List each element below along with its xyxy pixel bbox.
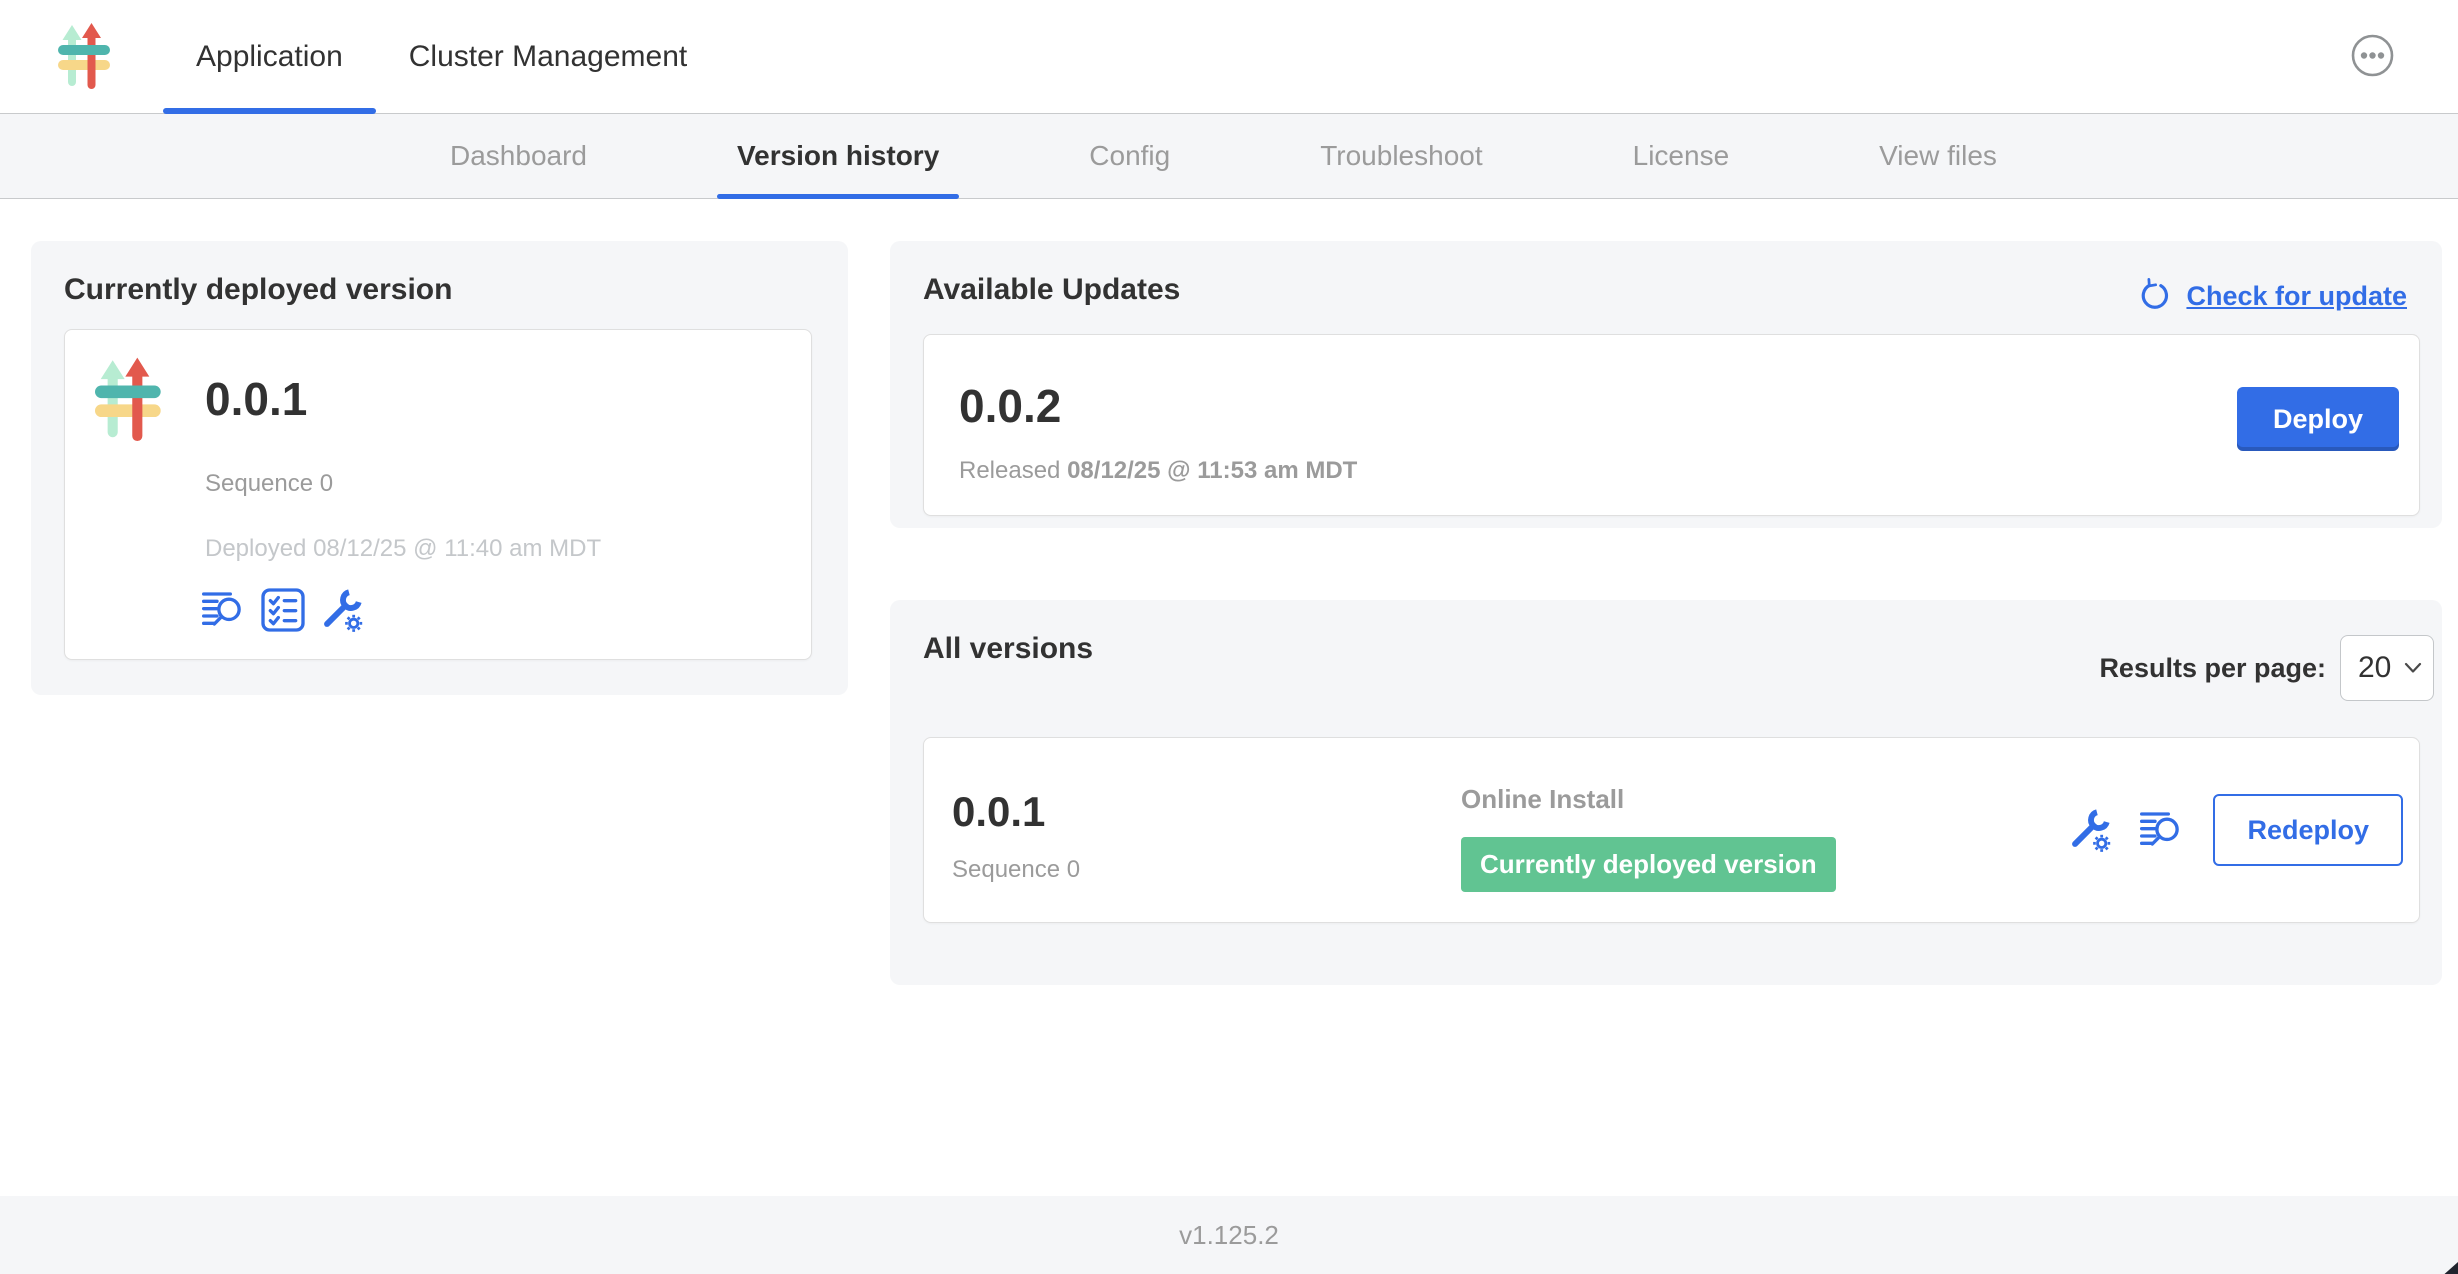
results-per-page-value: 20: [2358, 651, 2391, 685]
available-updates-panel: Available Updates Check for update 0.0.2…: [890, 241, 2442, 528]
top-nav-tabs: Application Cluster Management: [163, 0, 720, 113]
currently-deployed-panel: Currently deployed version 0.0.1 Sequenc…: [31, 241, 848, 695]
tab-version-history[interactable]: Version history: [717, 114, 959, 198]
status-badge: Currently deployed version: [1461, 837, 1836, 892]
tab-application-label: Application: [196, 40, 343, 74]
available-update-card: 0.0.2 Released 08/12/25 @ 11:53 am MDT D…: [923, 334, 2420, 516]
tab-cluster-management-label: Cluster Management: [409, 40, 687, 74]
currently-deployed-title: Currently deployed version: [64, 273, 452, 307]
tab-config[interactable]: Config: [1069, 114, 1190, 198]
results-per-page: Results per page: 20: [2099, 635, 2434, 701]
available-updates-title: Available Updates: [923, 273, 1180, 307]
view-logs-icon[interactable]: [201, 586, 249, 634]
footer: v1.125.2: [0, 1196, 2458, 1274]
row-version-number: 0.0.1: [952, 788, 1045, 836]
all-versions-title: All versions: [923, 632, 1093, 666]
app-sub-nav: Dashboard Version history Config Trouble…: [0, 114, 2458, 199]
edit-config-icon[interactable]: [317, 586, 365, 634]
version-row: 0.0.1 Sequence 0 Online Install Currentl…: [923, 737, 2420, 923]
top-nav: Application Cluster Management: [0, 0, 2458, 114]
refresh-icon[interactable]: [2136, 277, 2174, 315]
view-logs-icon[interactable]: [2139, 806, 2187, 854]
check-for-update-label: Check for update: [2186, 281, 2407, 312]
console-version: v1.125.2: [1179, 1220, 1279, 1251]
deployed-version-actions: [201, 586, 365, 634]
deployed-version-card: 0.0.1 Sequence 0 Deployed 08/12/25 @ 11:…: [64, 329, 812, 660]
tab-license[interactable]: License: [1613, 114, 1750, 198]
all-versions-panel: All versions Results per page: 20 0.0.1 …: [890, 600, 2442, 985]
tab-dashboard[interactable]: Dashboard: [430, 114, 607, 198]
preflight-checks-icon[interactable]: [259, 586, 307, 634]
check-for-update-link[interactable]: Check for update: [2136, 277, 2407, 315]
install-type-label: Online Install: [1461, 784, 1836, 815]
update-released-timestamp: Released 08/12/25 @ 11:53 am MDT: [959, 457, 1357, 485]
tab-view-files[interactable]: View files: [1859, 114, 2017, 198]
update-version-number: 0.0.2: [959, 379, 1061, 433]
tab-version-history-label: Version history: [737, 140, 939, 172]
tab-troubleshoot[interactable]: Troubleshoot: [1300, 114, 1502, 198]
results-per-page-label: Results per page:: [2099, 653, 2326, 684]
row-actions: Redeploy: [2065, 794, 2403, 866]
tab-troubleshoot-label: Troubleshoot: [1320, 140, 1482, 172]
tab-cluster-management[interactable]: Cluster Management: [376, 0, 720, 113]
row-sequence: Sequence 0: [952, 856, 1080, 884]
deploy-button[interactable]: Deploy: [2237, 387, 2399, 451]
admin-console: Application Cluster Management Dashboard…: [0, 0, 2458, 1274]
row-install-info: Online Install Currently deployed versio…: [1461, 784, 1836, 892]
ellipsis-menu-icon[interactable]: [2351, 34, 2394, 77]
results-per-page-select[interactable]: 20: [2340, 635, 2434, 701]
app-logo-icon: [95, 357, 167, 443]
deployed-sequence: Sequence 0: [205, 470, 333, 498]
tab-license-label: License: [1633, 140, 1730, 172]
released-date: 08/12/25 @ 11:53 am MDT: [1067, 457, 1357, 484]
tab-application[interactable]: Application: [163, 0, 376, 113]
deployed-timestamp: Deployed 08/12/25 @ 11:40 am MDT: [205, 535, 601, 563]
released-label: Released: [959, 457, 1067, 484]
tab-config-label: Config: [1089, 140, 1170, 172]
edit-config-icon[interactable]: [2065, 806, 2113, 854]
deployed-version-number: 0.0.1: [205, 372, 307, 426]
tab-view-files-label: View files: [1879, 140, 1997, 172]
redeploy-button[interactable]: Redeploy: [2213, 794, 2403, 866]
chevron-down-icon: [2404, 662, 2422, 674]
tab-dashboard-label: Dashboard: [450, 140, 587, 172]
app-logo-icon: [58, 23, 115, 90]
